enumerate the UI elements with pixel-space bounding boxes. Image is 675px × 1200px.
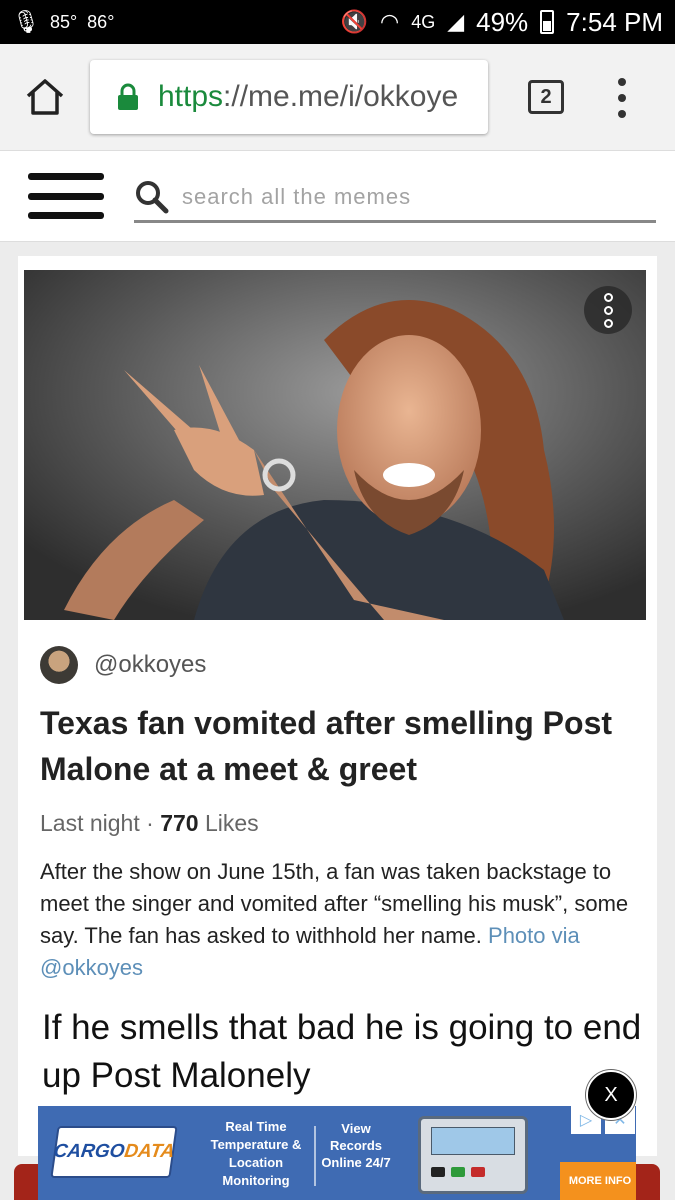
status-bar: 🎙 85° 86° 🔇 ◠ 4G ◢ 49% 7:54 PM bbox=[0, 0, 675, 44]
meme-photo[interactable] bbox=[24, 270, 646, 620]
mic-icon: 🎙 bbox=[12, 9, 40, 34]
ad-close-button[interactable]: X bbox=[586, 1070, 636, 1120]
hamburger-menu-icon[interactable] bbox=[28, 173, 104, 219]
temperature-current: 85° bbox=[49, 11, 78, 32]
home-icon[interactable] bbox=[24, 76, 66, 118]
search-icon[interactable] bbox=[134, 179, 170, 215]
likes-label: Likes bbox=[204, 810, 259, 836]
page-content-behind-ad bbox=[14, 1164, 38, 1200]
search-bar[interactable] bbox=[134, 173, 656, 223]
ad-more-info-button[interactable]: MORE INFO bbox=[560, 1162, 636, 1200]
likes-count: 770 bbox=[160, 810, 199, 836]
url-text: https://me.me/i/okkoye bbox=[158, 80, 458, 114]
concert-photo-image bbox=[24, 270, 646, 620]
ad-logo-word2: DATA bbox=[122, 1141, 176, 1162]
author-row[interactable]: @okkoyes bbox=[40, 646, 206, 684]
meme-card: @okkoyes Texas fan vomited after smellin… bbox=[18, 256, 657, 1156]
ad-logo-word1: CARGO bbox=[52, 1141, 126, 1162]
post-headline: Texas fan vomited after smelling Post Ma… bbox=[40, 705, 613, 787]
browser-toolbar: https://me.me/i/okkoye 2 bbox=[0, 44, 675, 150]
wifi-icon: ◠ bbox=[379, 9, 400, 34]
address-bar[interactable]: https://me.me/i/okkoye bbox=[90, 60, 488, 134]
data-logger-device-image bbox=[418, 1116, 528, 1194]
battery-icon bbox=[540, 10, 555, 34]
search-input[interactable] bbox=[182, 183, 642, 210]
url-scheme: https bbox=[158, 80, 224, 113]
ad-text-monitoring: Real Time Temperature & Location Monitor… bbox=[210, 1119, 302, 1188]
post-meta: Last night · 770 Likes bbox=[40, 810, 259, 837]
signal-icon: ◢ bbox=[447, 9, 465, 34]
mute-icon: 🔇 bbox=[340, 9, 368, 34]
lock-icon bbox=[118, 83, 138, 110]
network-type: 4G bbox=[411, 11, 436, 32]
post-description: After the show on June 15th, a fan was t… bbox=[40, 856, 640, 984]
page-content-behind-ad-right bbox=[636, 1164, 660, 1200]
ad-logo: CARGODATA bbox=[50, 1126, 178, 1178]
battery-percent: 49% bbox=[476, 6, 529, 37]
meme-caption: If he smells that bad he is going to end… bbox=[42, 1008, 642, 1095]
photo-options-icon[interactable] bbox=[584, 286, 632, 334]
temperature-high: 86° bbox=[87, 11, 115, 32]
meta-separator: · bbox=[146, 810, 154, 836]
browser-menu-icon[interactable] bbox=[612, 78, 632, 118]
url-path: ://me.me/i/okkoye bbox=[223, 80, 459, 113]
ad-divider bbox=[314, 1126, 316, 1186]
post-time: Last night bbox=[40, 810, 140, 836]
clock: 7:54 PM bbox=[566, 6, 663, 37]
author-handle[interactable]: @okkoyes bbox=[94, 651, 206, 679]
author-avatar[interactable] bbox=[40, 646, 78, 684]
tab-switcher-button[interactable]: 2 bbox=[528, 80, 564, 114]
site-header bbox=[0, 150, 675, 242]
ad-text-records: View Records Online 24/7 bbox=[321, 1121, 391, 1170]
